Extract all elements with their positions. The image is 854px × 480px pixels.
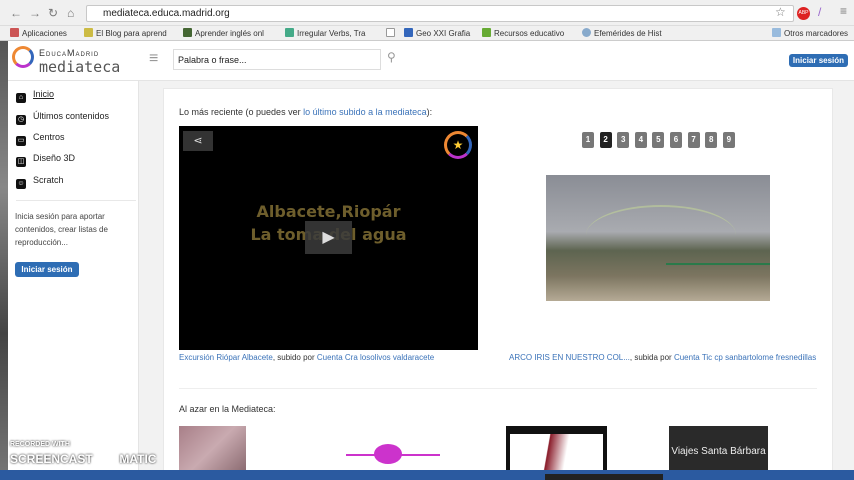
caption-user-link[interactable]: Cuenta Cra losolivos valdaracete — [317, 353, 434, 362]
screencast-watermark: RECORDED WITH SCREENCAST MATIC — [10, 441, 157, 468]
search-input[interactable]: Palabra o frase... — [173, 49, 381, 70]
page-8-button[interactable]: 8 — [705, 132, 718, 148]
site-header: EducaMadrid mediateca ≡ ⚲ Iniciar sesión — [0, 41, 854, 81]
browser-toolbar: ← → ↻ ⌂ mediateca.educa.madrid.org ☆ ABP… — [0, 0, 854, 26]
divider — [179, 388, 817, 389]
recent-heading: Lo más reciente (o puedes ver lo último … — [179, 107, 433, 117]
cube-icon: ◫ — [16, 157, 26, 167]
logo-icon — [12, 46, 34, 68]
logo-mediateca[interactable]: mediateca — [39, 58, 120, 76]
page-4-button[interactable]: 4 — [634, 132, 647, 148]
taskbar-item — [545, 474, 663, 480]
logo-watermark-icon: ★ — [444, 131, 472, 159]
login-info-text: Inicia sesión para aportar contenidos, c… — [15, 212, 108, 247]
recent-link[interactable]: lo último subido a la mediateca — [303, 107, 427, 117]
forward-icon[interactable]: → — [29, 6, 41, 20]
page-3-button[interactable]: 3 — [617, 132, 630, 148]
caption-title-link[interactable]: ARCO IRIS EN NUESTRO COL... — [509, 353, 630, 362]
caption-video: Excursión Riópar Albacete, subido por Cu… — [179, 353, 435, 362]
sidebar-item-diseno3d[interactable]: ◫ Diseño 3D — [16, 153, 75, 167]
play-icon[interactable]: ▶ — [305, 221, 352, 254]
sidebar: ⌂ Inicio ◷ Últimos contenidos ▭ Centros ◫ Di… — [8, 81, 139, 480]
bookmark[interactable]: El Blog para aprend — [84, 28, 167, 38]
reload-icon[interactable]: ↻ — [48, 6, 58, 20]
bookmark[interactable] — [386, 28, 398, 38]
page-5-button[interactable]: 5 — [652, 132, 665, 148]
bookmark[interactable]: Aprender inglés onl — [183, 28, 264, 38]
bookmark[interactable]: Efemérides de Hist — [582, 28, 662, 38]
hamburger-icon[interactable]: ≡ — [149, 50, 158, 68]
bookmark-apps[interactable]: Aplicaciones — [10, 28, 67, 38]
random-heading: Al azar en la Mediateca: — [179, 404, 276, 414]
desktop-background — [0, 41, 8, 480]
page-6-button[interactable]: 6 — [670, 132, 682, 148]
random-thumb[interactable] — [346, 426, 440, 472]
random-thumb[interactable] — [179, 426, 246, 472]
home-icon: ⌂ — [16, 93, 26, 103]
bookmark[interactable]: Irregular Verbs, Tra — [285, 28, 365, 38]
page-1-button[interactable]: 1 — [582, 132, 594, 148]
back-icon[interactable]: ← — [10, 6, 22, 20]
header-login-button[interactable]: Iniciar sesión — [789, 54, 848, 67]
page-9-button[interactable]: 9 — [722, 132, 735, 148]
pen-icon[interactable]: / — [818, 5, 821, 19]
bookmark[interactable]: Recursos educativo — [482, 28, 564, 38]
page-7-button[interactable]: 7 — [687, 132, 700, 148]
featured-image[interactable] — [546, 175, 770, 301]
divider — [16, 200, 136, 201]
menu-icon[interactable]: ≡ — [840, 4, 847, 18]
caption-user-link[interactable]: Cuenta Tic cp sanbartolome fresnedillas — [674, 353, 816, 362]
clock-icon: ◷ — [16, 115, 26, 125]
share-icon[interactable]: ⋖ — [183, 131, 213, 151]
sidebar-item-inicio[interactable]: ⌂ Inicio — [16, 89, 54, 103]
random-thumb[interactable]: Viajes Santa Bárbara — [669, 426, 768, 472]
home-icon[interactable]: ⌂ — [67, 6, 74, 20]
adblock-icon[interactable]: ABP — [797, 7, 810, 20]
caption-image: ARCO IRIS EN NUESTRO COL..., subida por … — [509, 353, 817, 362]
cat-icon: ☺ — [16, 179, 26, 189]
bookmark[interactable]: Geo XXI Grafia — [404, 28, 470, 38]
sidebar-item-centros[interactable]: ▭ Centros — [16, 132, 65, 146]
star-icon[interactable]: ☆ — [775, 5, 786, 19]
fence — [666, 263, 770, 301]
sidebar-item-ultimos[interactable]: ◷ Últimos contenidos — [16, 111, 109, 125]
folder-icon: ▭ — [16, 136, 26, 146]
address-bar[interactable]: mediateca.educa.madrid.org — [86, 5, 794, 22]
bookmark-other[interactable]: Otros marcadores — [772, 28, 848, 38]
sidebar-login-button[interactable]: Iniciar sesión — [15, 262, 79, 277]
page-2-button[interactable]: 2 — [599, 132, 612, 148]
rainbow — [586, 205, 736, 265]
random-thumb[interactable] — [506, 426, 607, 472]
logo-educamadrid: EducaMadrid — [39, 48, 100, 58]
caption-title-link[interactable]: Excursión Riópar Albacete — [179, 353, 273, 362]
taskbar — [0, 470, 854, 480]
bookmarks-bar: Aplicaciones El Blog para aprend Aprende… — [0, 26, 854, 41]
search-icon[interactable]: ⚲ — [387, 50, 396, 64]
video-player[interactable]: ⋖ ★ Albacete,RiopárLa toma del agua ▶ — [179, 126, 478, 350]
sidebar-item-scratch[interactable]: ☺ Scratch — [16, 175, 64, 189]
